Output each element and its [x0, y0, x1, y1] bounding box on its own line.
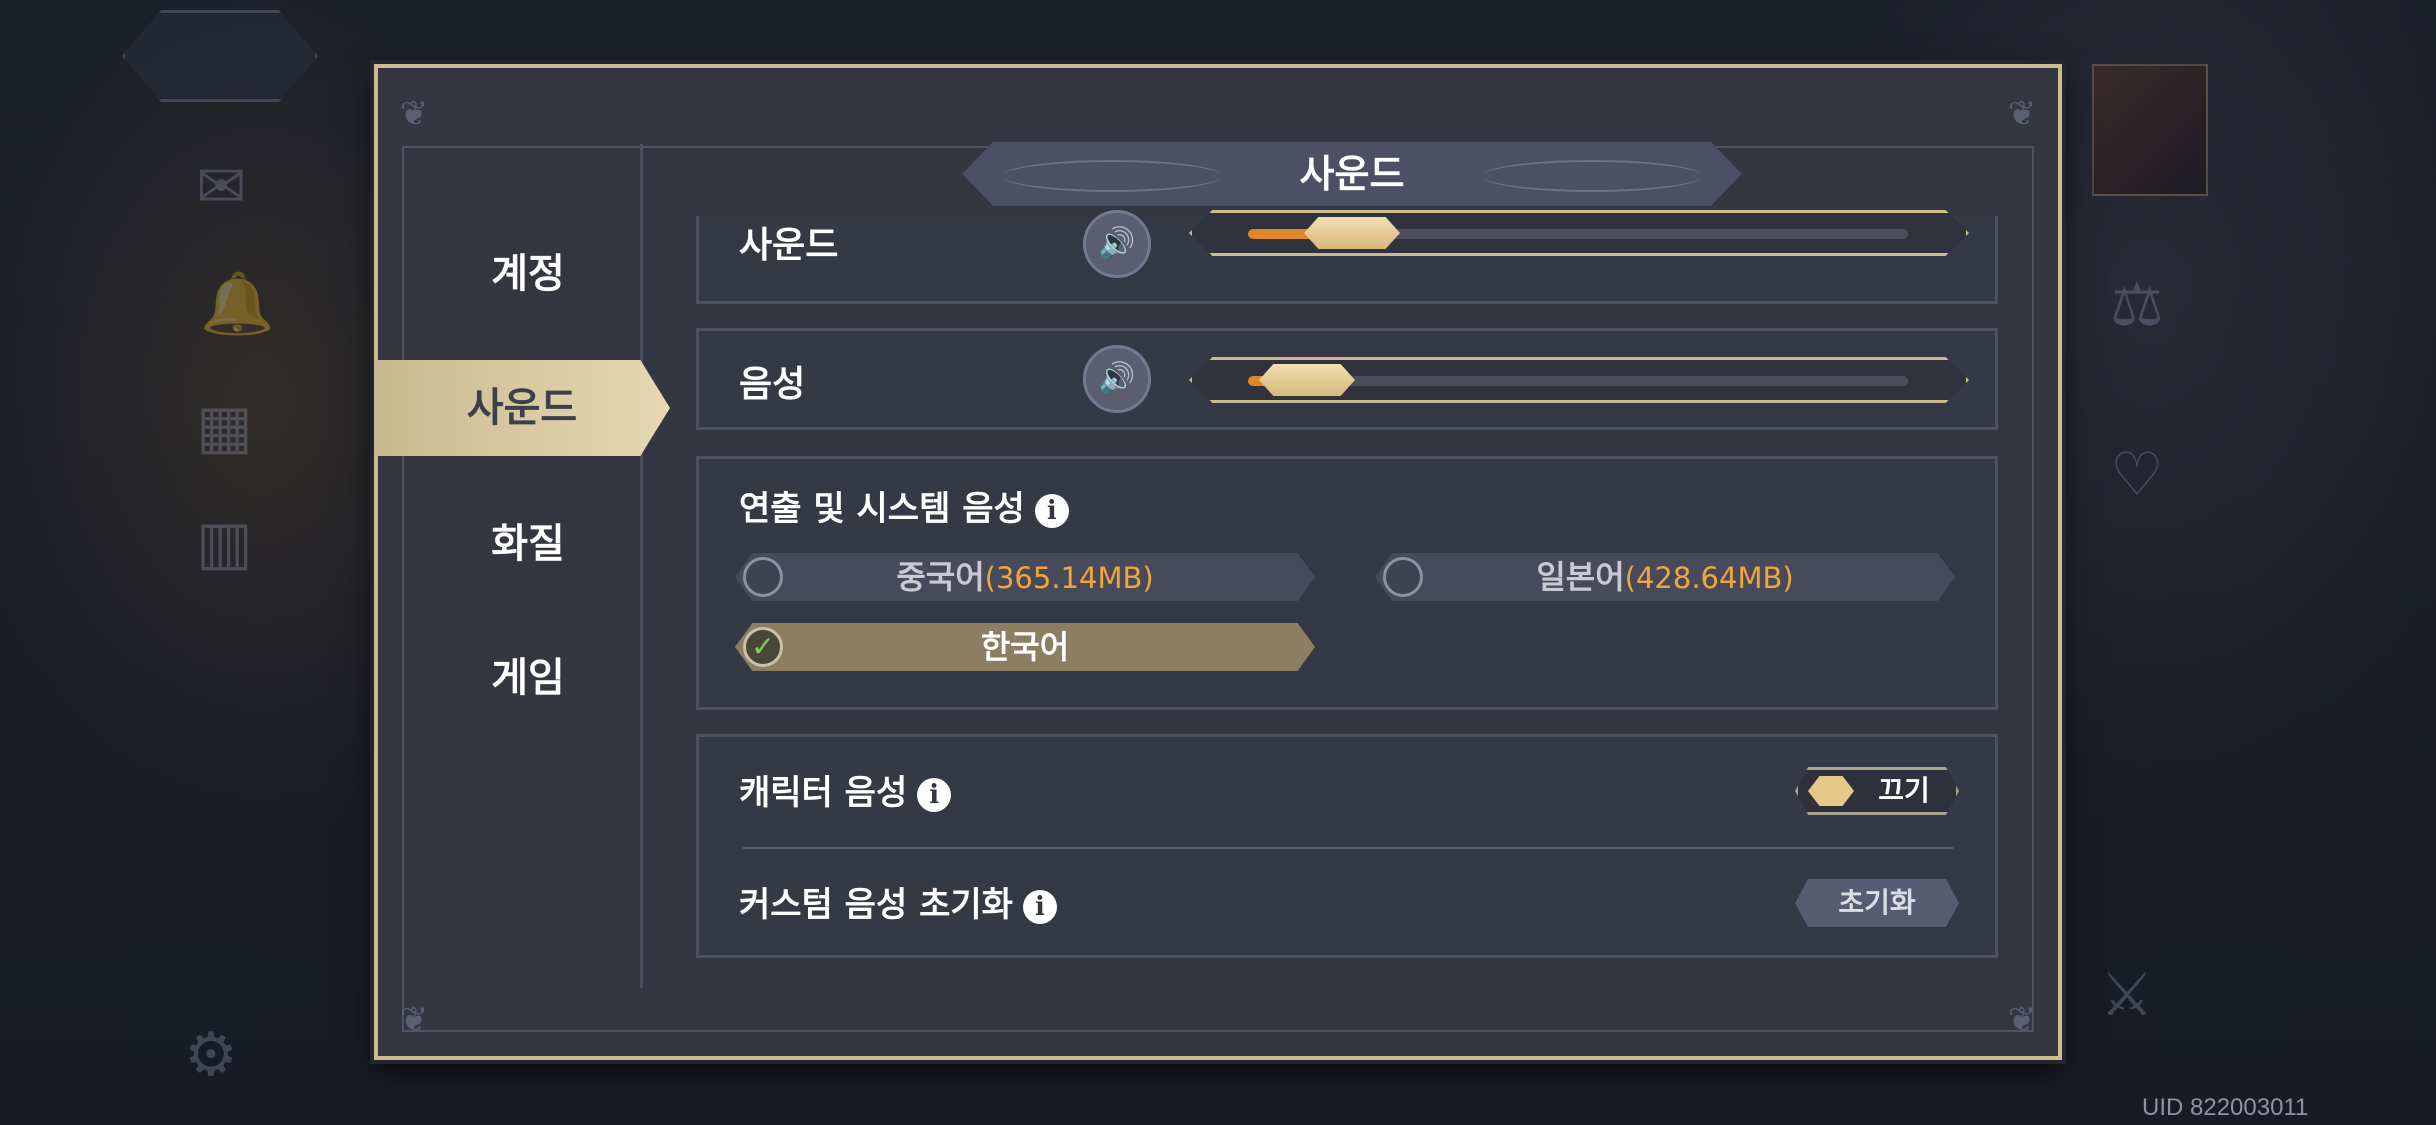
back-button — [122, 10, 318, 102]
volume-slider[interactable] — [1189, 357, 1969, 403]
volume-label: 사운드 — [739, 225, 839, 266]
lang-label-korean: 한국어 — [980, 628, 1070, 666]
volume-row-voice: 음성 🔊 — [696, 328, 1998, 430]
radio-chinese[interactable] — [743, 557, 783, 597]
nav-item-game[interactable]: 게임 — [378, 630, 678, 726]
toggle-label: 끄기 — [1878, 774, 1930, 807]
scale-icon: ⚖ — [2110, 270, 2164, 340]
system-voice-heading: 연출 및 시스템 음성 i — [739, 481, 1069, 530]
calendar-icon: ▦ — [196, 392, 253, 462]
volume-slider[interactable] — [1189, 210, 1969, 256]
info-icon[interactable]: i — [1022, 889, 1057, 924]
speaker-icon[interactable]: 🔊 — [1083, 210, 1151, 278]
lang-label-japanese: 일본어(428.64MB) — [1536, 558, 1794, 596]
slider-thumb[interactable] — [1259, 364, 1355, 396]
lang-label-chinese: 중국어(365.14MB) — [896, 558, 1154, 596]
stats-icon: ▥ — [196, 508, 253, 578]
bell-icon: 🔔 — [200, 269, 275, 339]
swords-icon: ⚔ — [2100, 960, 2154, 1030]
volume-label: 음성 — [739, 364, 806, 405]
info-icon[interactable]: i — [1034, 493, 1069, 528]
info-icon[interactable]: i — [917, 777, 952, 812]
uid-label: UID 822003011 — [2142, 1094, 2309, 1121]
corner-ornament-icon: ❦ — [399, 94, 429, 134]
system-voice-heading-text: 연출 및 시스템 음성 — [739, 489, 1025, 529]
slider-thumb[interactable] — [1304, 217, 1400, 249]
check-icon[interactable]: ✓ — [743, 627, 783, 667]
radio-japanese[interactable] — [1383, 557, 1423, 597]
character-voice-label: 캐릭터 음성 — [739, 773, 908, 813]
nav-item-sound[interactable]: 사운드 — [374, 360, 670, 456]
custom-reset-label: 커스텀 음성 초기화 — [739, 885, 1013, 925]
gear-icon: ⚙ — [184, 1020, 238, 1090]
heart-icon: ♡ — [2110, 440, 2164, 510]
toggle-knob — [1808, 776, 1854, 806]
character-portrait — [2092, 64, 2208, 196]
corner-ornament-icon: ❦ — [2007, 94, 2037, 134]
settings-dialog: ❦ ❦ ❦ ❦ 사운드 계정 사운드 화질 게임 사운드 🔊 음성 🔊 연출 및… — [374, 64, 2062, 1060]
corner-ornament-icon: ❦ — [2007, 1000, 2037, 1040]
corner-ornament-icon: ❦ — [399, 1000, 429, 1040]
dialog-title: 사운드 — [1299, 152, 1405, 196]
character-voice-row: 캐릭터 음성 i — [739, 765, 952, 814]
nav-item-graphics[interactable]: 화질 — [378, 496, 678, 592]
system-voice-panel: 연출 및 시스템 음성 i 중국어(365.14MB) 일본어(428.64MB)… — [696, 456, 1998, 710]
character-voice-panel: 캐릭터 음성 i 끄기 커스텀 음성 초기화 i 초기화 — [696, 734, 1998, 958]
speaker-icon[interactable]: 🔊 — [1083, 345, 1151, 413]
mail-icon: ✉ — [196, 152, 247, 222]
volume-row-sound: 사운드 🔊 — [696, 210, 1998, 304]
reset-button[interactable]: 초기화 — [1795, 879, 1959, 927]
row-divider — [743, 847, 1953, 849]
character-voice-toggle[interactable]: 끄기 — [1795, 767, 1959, 815]
nav-item-account[interactable]: 계정 — [378, 226, 678, 322]
custom-reset-row: 커스텀 음성 초기화 i — [739, 877, 1057, 926]
